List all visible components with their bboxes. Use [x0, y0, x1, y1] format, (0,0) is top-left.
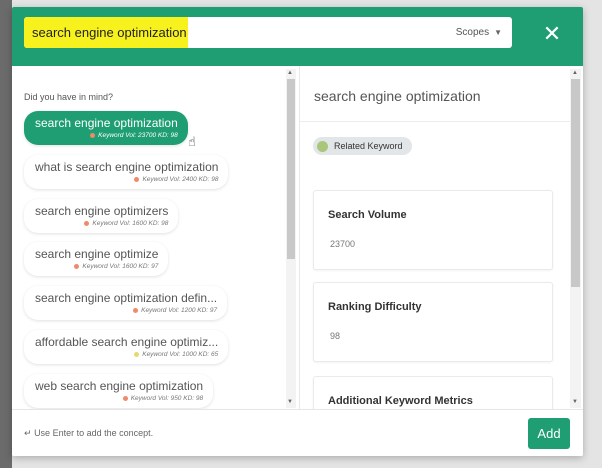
suggestion-keyword: search engine optimizers	[35, 204, 169, 218]
background-edge	[0, 0, 12, 468]
suggestion-keyword: search engine optimization defin...	[35, 291, 218, 305]
detail-scrollbar[interactable]: ▲ ▼	[570, 69, 581, 408]
scopes-label: Scopes	[455, 27, 490, 38]
close-button[interactable]: ✕	[540, 23, 564, 47]
suggestion-keyword: search engine optimization	[35, 116, 178, 130]
search-box: Scopes ▼	[24, 17, 512, 48]
suggestion-chip[interactable]: search engine optimization defin... Keywo…	[24, 286, 228, 320]
scroll-up-icon[interactable]: ▲	[287, 70, 293, 76]
concept-modal: Scopes ▼ ✕ Did you have in mind? search e…	[12, 7, 583, 456]
suggestion-meta: Keyword Vol: 23700 KD: 98	[35, 132, 178, 139]
scroll-down-icon[interactable]: ▼	[287, 399, 293, 405]
add-button[interactable]: Add	[528, 418, 570, 449]
kd-dot-icon	[84, 220, 90, 226]
modal-header: Scopes ▼ ✕	[12, 7, 583, 66]
divider	[300, 121, 570, 122]
suggestion-chip[interactable]: search engine optimizers Keyword Vol: 160…	[24, 199, 179, 233]
modal-footer: ↵ Use Enter to add the concept. Add	[12, 409, 583, 456]
search-input[interactable]	[32, 17, 432, 48]
scrollbar-thumb[interactable]	[287, 79, 295, 259]
scroll-up-icon[interactable]: ▲	[572, 70, 578, 76]
suggestion-keyword: search engine optimize	[35, 247, 159, 261]
suggestion-meta: Keyword Vol: 1000 KD: 65	[35, 351, 218, 358]
suggestion-meta-text: Keyword Vol: 23700 KD: 98	[98, 132, 178, 139]
card-value: 23700	[330, 239, 356, 249]
scrollbar-thumb[interactable]	[571, 79, 580, 287]
suggestion-meta: Keyword Vol: 1600 KD: 97	[35, 263, 158, 270]
card-label: Additional Keyword Metrics	[328, 395, 473, 407]
scroll-down-icon[interactable]: ▼	[572, 399, 578, 405]
related-keyword-badge: Related Keyword	[313, 137, 412, 155]
kd-dot-icon	[90, 132, 96, 138]
suggestion-meta: Keyword Vol: 1200 KD: 97	[35, 307, 217, 314]
kd-dot-icon	[134, 176, 140, 182]
kd-dot-icon	[122, 395, 128, 401]
suggestions-heading: Did you have in mind?	[24, 92, 114, 102]
badge-dot-icon	[317, 140, 328, 152]
enter-hint: ↵ Use Enter to add the concept.	[24, 428, 153, 439]
suggestion-meta-text: Keyword Vol: 1600 KD: 98	[92, 220, 169, 227]
suggestion-meta-text: Keyword Vol: 2400 KD: 98	[142, 176, 219, 183]
suggestions-scrollbar[interactable]: ▲ ▼	[286, 69, 296, 408]
card-label: Search Volume	[328, 209, 407, 221]
close-icon: ✕	[542, 21, 562, 46]
suggestion-meta-text: Keyword Vol: 950 KD: 98	[130, 395, 204, 402]
card-label: Ranking Difficulty	[328, 301, 422, 313]
card-value: 98	[330, 331, 341, 341]
detail-title: search engine optimization	[314, 88, 481, 104]
suggestion-meta-text: Keyword Vol: 1000 KD: 65	[142, 351, 219, 358]
search-volume-card: Search Volume 23700	[313, 190, 553, 270]
suggestion-meta: Keyword Vol: 2400 KD: 98	[35, 176, 218, 183]
suggestion-chip[interactable]: affordable search engine optimiz... Keywo…	[24, 330, 229, 364]
suggestion-keyword: web search engine optimization	[35, 379, 204, 393]
suggestion-chip[interactable]: search engine optimization Keyword Vol: 2…	[24, 111, 188, 145]
scopes-dropdown[interactable]: Scopes ▼	[456, 17, 502, 48]
suggestion-meta: Keyword Vol: 950 KD: 98	[35, 395, 203, 402]
kd-dot-icon	[134, 351, 140, 357]
suggestion-chip[interactable]: web search engine optimization Keyword Vo…	[24, 374, 214, 408]
kd-dot-icon	[133, 307, 139, 313]
kd-dot-icon	[74, 263, 80, 269]
suggestion-keyword: affordable search engine optimiz...	[35, 335, 219, 349]
suggestion-chip[interactable]: what is search engine optimization Keywor…	[24, 155, 229, 189]
enter-key-icon: ↵	[24, 428, 32, 438]
suggestion-meta: Keyword Vol: 1600 KD: 98	[35, 220, 168, 227]
chevron-down-icon: ▼	[494, 28, 502, 37]
additional-metrics-card: Additional Keyword Metrics	[313, 376, 553, 409]
detail-pane: search engine optimization Related Keywo…	[299, 66, 583, 409]
suggestion-meta-text: Keyword Vol: 1600 KD: 97	[82, 263, 159, 270]
suggestion-meta-text: Keyword Vol: 1200 KD: 97	[141, 307, 218, 314]
suggestion-chip[interactable]: search engine optimize Keyword Vol: 1600 …	[24, 242, 169, 276]
ranking-difficulty-card: Ranking Difficulty 98	[313, 282, 553, 362]
enter-hint-text: Use Enter to add the concept.	[34, 428, 154, 438]
badge-label: Related Keyword	[334, 141, 403, 151]
suggestions-pane: Did you have in mind? search engine opti…	[12, 66, 298, 409]
suggestion-keyword: what is search engine optimization	[35, 160, 219, 174]
mouse-cursor-icon: ☝	[188, 134, 196, 149]
